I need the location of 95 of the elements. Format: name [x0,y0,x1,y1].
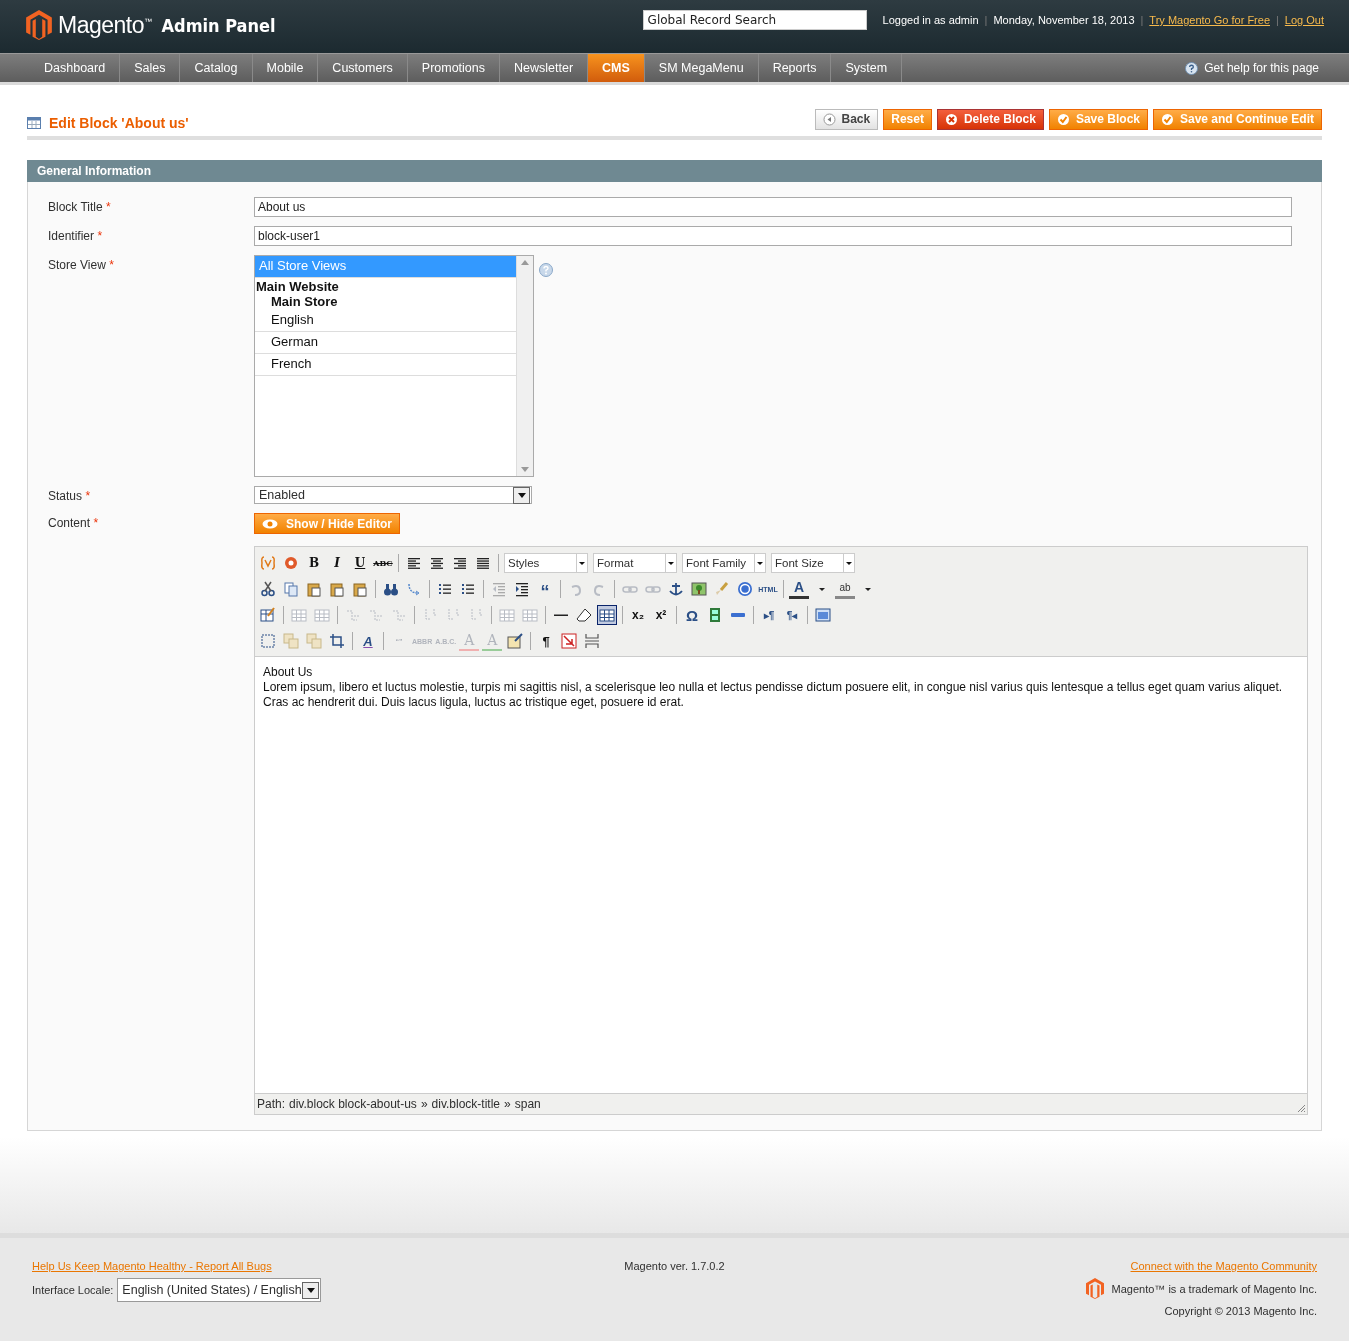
toolbar-button[interactable]: B [304,553,324,573]
store-view-option[interactable]: German [255,332,516,354]
field-label: Status * [48,489,91,503]
caret-icon [665,553,676,573]
toolbar-button[interactable]: I [327,553,347,573]
content-paragraph: Lorem ipsum, libero et luctus molestie, turpis mi sagittis nisl, a scelerisque leo nulla et lectus pendisse dictum posuere elit, in congue nisl varius quis lentesque a tellus eget quam varius aliquet. Cras ac hendrerit dui. Duis lacus ligula, luctus ac tristique eget, posuere id erat. [263,680,1284,710]
header-link[interactable]: Log Out [1284,14,1324,26]
braces-icon[interactable] [258,553,278,573]
resize-grip-icon[interactable] [1296,1103,1306,1113]
nav-tab[interactable]: Promotions [407,54,501,82]
image-icon[interactable] [689,579,709,599]
nav-tab[interactable]: Sales [120,54,181,82]
store-view-option: Main Store [255,294,516,310]
caret-icon [843,553,854,573]
path-link[interactable]: div.block-title [431,1097,501,1111]
header-text: Monday, November 18, 2013 [993,14,1135,26]
nav-tab[interactable]: System [831,54,903,82]
block-title-field[interactable]: About us [254,197,1292,217]
caret-icon [754,553,765,573]
status-select[interactable]: Enabled [254,486,532,504]
nav-tab[interactable]: SM MegaMenu [644,54,759,82]
path-separator: » [420,1097,428,1111]
global-search-field[interactable]: Global Record Search [642,10,867,30]
field-label: Block Title * [48,200,111,214]
toolbar-button[interactable]: “ [535,579,555,599]
content-heading: About Us [263,665,314,680]
path-link[interactable]: div.block block-about-us [289,1097,417,1111]
checkmark-icon [1161,112,1174,126]
separator: | [1140,14,1144,26]
toolbar-dropdown[interactable]: Font Size [771,553,855,573]
store-view-option: Main Website [255,278,516,294]
back-button[interactable]: Back [814,108,879,130]
scroll-down-icon[interactable] [521,467,529,472]
copyright-text: Copyright © 2013 Magento Inc. [1164,1305,1317,1317]
scissors-icon[interactable] [258,579,278,599]
nav-tab[interactable]: Mobile [252,54,319,82]
toolbar-button[interactable]: A [358,631,378,651]
logo-text: Magento$^{™}$ [58,11,152,39]
nav-tab[interactable]: Reports [758,54,832,82]
checkmark-icon [1056,112,1070,126]
toolbar-button[interactable]: U [350,553,370,573]
store-view-option[interactable]: French [255,354,516,376]
path-separator: » [504,1097,511,1111]
toolbar-button[interactable]: ABC [373,553,393,573]
section-header: General Information [27,160,1322,182]
logo-subtitle: Admin Panel [161,14,276,36]
store-view-option[interactable]: English [255,310,516,332]
toolbar-button[interactable]: x₂ [628,605,648,625]
locale-label: Interface Locale: [32,1284,114,1296]
dropdown-arrow-icon[interactable] [517,492,526,498]
caret-icon [576,553,587,573]
path-label: Path: [257,1097,286,1111]
toolbar-button[interactable]: ▸¶ [759,605,779,625]
toolbar-dropdown[interactable]: Font Family [682,553,766,573]
crop-icon[interactable] [327,631,347,651]
field-label: Content * [48,516,99,530]
version-text: Magento ver. 1.7.0.2 [624,1260,725,1272]
window-icon[interactable] [813,605,833,625]
dropdown-arrow-icon[interactable] [306,1287,315,1293]
nav-tab[interactable]: Dashboard [30,54,121,82]
header-text: Logged in as admin [882,14,979,26]
attributes-icon[interactable] [505,631,526,651]
separator: | [984,14,988,26]
delete-button[interactable]: Delete Block [936,108,1044,130]
help-link[interactable]: Get help for this page [1204,61,1319,75]
toolbar-button[interactable]: ab [835,579,855,599]
toolbar-dropdown[interactable]: Format [593,553,677,573]
magento-logo-icon [1085,1278,1104,1299]
trademark-text: Magento™ is a trademark of Magento Inc. [1111,1282,1317,1295]
close-icon [944,112,958,126]
toolbar-button[interactable]: x² [651,605,671,625]
header-link[interactable]: Try Magento Go for Free [1149,14,1270,26]
field-label: Store View * [48,258,114,272]
dashed-frame-icon[interactable] [258,631,278,651]
table-icon[interactable] [597,605,617,625]
store-view-list[interactable]: All Store Views Main Website Main Store English German French [254,255,534,477]
magento-logo-icon [26,10,52,40]
toolbar-dropdown[interactable]: Styles [504,553,588,573]
toolbar-button[interactable]: A [789,579,809,599]
nav-tab[interactable]: Customers [318,54,408,82]
toolbar-button[interactable]: ¶ [536,631,557,651]
nav-tab[interactable]: Catalog [180,54,253,82]
page-title: Edit Block 'About us' [49,115,189,131]
scroll-up-icon[interactable] [521,260,529,265]
grid-icon [27,117,41,129]
table-pencil-icon[interactable] [258,605,278,625]
toolbar-button[interactable]: Ω [682,605,702,625]
separator: | [1276,14,1279,26]
field-label: Identifier * [48,229,103,243]
identifier-field[interactable]: block-user1 [254,226,1292,246]
locale-select[interactable]: English (United States) / English [117,1278,322,1302]
toolbar-button[interactable]: ¶◂ [782,605,802,625]
no-break-icon[interactable] [559,631,580,651]
path-link[interactable]: span [514,1097,541,1111]
eye-icon [262,518,278,529]
